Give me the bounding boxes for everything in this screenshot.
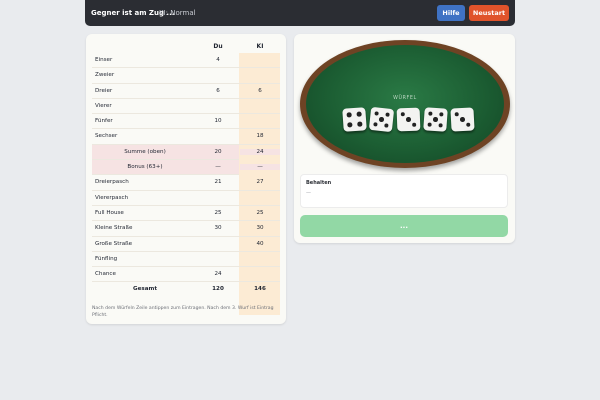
score-ki: 6 (258, 87, 262, 94)
die-pip (433, 117, 438, 122)
instruction-note: Nach dem Würfeln Zeile antippen zum Eint… (92, 306, 274, 318)
die-pip (347, 122, 353, 128)
row-label: Bonus (63+) (127, 164, 163, 171)
die-pip (454, 111, 460, 117)
score-ki: 27 (256, 179, 264, 186)
score-du: 20 (214, 148, 222, 155)
score-ki: 30 (256, 225, 264, 232)
die-pip (372, 121, 378, 127)
row-label: Vierer (95, 102, 112, 109)
row-label: Große Straße (95, 240, 133, 247)
total-du: 120 (212, 286, 224, 293)
dice-label: WÜRFEL (393, 96, 417, 101)
die[interactable] (423, 107, 448, 132)
score-row[interactable]: Dreier 6 6 (92, 84, 280, 99)
row-label: Fünfer (95, 118, 113, 125)
die-pip (427, 122, 432, 128)
row-label: Chance (95, 271, 116, 278)
score-row[interactable]: Sechser 18 (92, 129, 280, 145)
die[interactable] (396, 107, 421, 132)
kept-title: Behalten (306, 180, 332, 186)
die-pip (357, 121, 363, 127)
scoresheet-card: Du KI Einser 4 Zweier Dreier 6 6 Vierer Fünfer 1… (86, 34, 286, 324)
kept-dice-panel: Behalten — (300, 174, 508, 208)
table-felt: WÜRFEL (306, 45, 504, 163)
score-row[interactable]: Full House 25 25 (92, 206, 280, 222)
die[interactable] (368, 106, 395, 133)
score-du: 6 (216, 87, 220, 94)
ki-mode-label: KI: Normal (159, 9, 196, 17)
total-row: Gesamt 120 146 (92, 282, 280, 296)
subtotal-row: Summe (oben) 20 24 (92, 144, 280, 161)
score-du: 4 (216, 57, 220, 63)
die-pip (438, 111, 444, 117)
die-pip (379, 117, 384, 122)
die-pip (356, 111, 362, 117)
score-ki: 25 (256, 209, 264, 216)
row-label: Dreier (95, 87, 113, 94)
kept-value: — (306, 190, 311, 196)
score-row[interactable]: Viererpasch (92, 191, 280, 206)
score-du: 10 (214, 118, 222, 125)
score-row[interactable]: Einser 4 (92, 53, 280, 69)
score-du: 21 (214, 179, 222, 186)
scoresheet: Du KI Einser 4 Zweier Dreier 6 6 Vierer Fünfer 1… (92, 40, 280, 296)
total-label: Gesamt (133, 286, 157, 293)
column-header-du: Du (213, 43, 223, 50)
die[interactable] (450, 107, 475, 132)
die-pip (374, 110, 380, 116)
score-row[interactable]: Chance 24 (92, 267, 280, 283)
row-label: Full House (95, 209, 124, 216)
game-card: WÜRFEL Behalten — ... (294, 34, 515, 243)
restart-button[interactable]: Neustart (469, 5, 509, 21)
score-du: 24 (214, 271, 222, 278)
die-pip (400, 111, 406, 117)
help-button[interactable]: Hilfe (437, 5, 465, 21)
die-pip (460, 117, 465, 122)
score-row[interactable]: Zweier (92, 68, 280, 84)
scoresheet-header: Du KI (92, 40, 280, 53)
score-ki: — (240, 164, 280, 171)
score-row[interactable]: Fünfer 10 (92, 114, 280, 130)
score-row[interactable]: Kleine Straße 30 30 (92, 221, 280, 237)
die-pip (385, 112, 391, 118)
row-label: Einser (95, 57, 113, 63)
die-pip (406, 117, 411, 122)
score-ki: 40 (256, 240, 264, 247)
row-label: Zweier (95, 72, 115, 79)
top-bar: Gegner ist am Zug ... KI: Normal Hilfe N… (85, 0, 515, 26)
die[interactable] (342, 107, 367, 132)
die-pip (383, 123, 389, 129)
score-du: — (215, 164, 221, 171)
score-ki: 18 (256, 133, 264, 140)
row-label: Fünfling (95, 255, 118, 262)
die-pip (346, 112, 352, 118)
row-label: Kleine Straße (95, 225, 133, 232)
die-pip (411, 122, 417, 128)
subtotal-row: Bonus (63+) — — (92, 160, 280, 176)
score-du: 25 (214, 209, 222, 216)
score-row[interactable]: Fünfling (92, 252, 280, 268)
score-ki: 24 (240, 148, 280, 155)
score-row[interactable]: Vierer (92, 99, 280, 115)
column-header-ki: KI (256, 43, 264, 50)
row-label: Viererpasch (95, 194, 129, 201)
score-du: 30 (214, 225, 222, 232)
total-ki: 146 (254, 286, 266, 293)
die-pip (465, 122, 471, 128)
row-label: Summe (oben) (124, 148, 166, 155)
score-row[interactable]: Große Straße 40 (92, 237, 280, 252)
die-pip (427, 111, 433, 116)
row-label: Sechser (95, 133, 118, 140)
roll-button[interactable]: ... (300, 215, 508, 237)
die-pip (438, 122, 444, 128)
score-row[interactable]: Dreierpasch 21 27 (92, 175, 280, 191)
dice-table: WÜRFEL (300, 40, 510, 168)
row-label: Dreierpasch (95, 179, 129, 186)
